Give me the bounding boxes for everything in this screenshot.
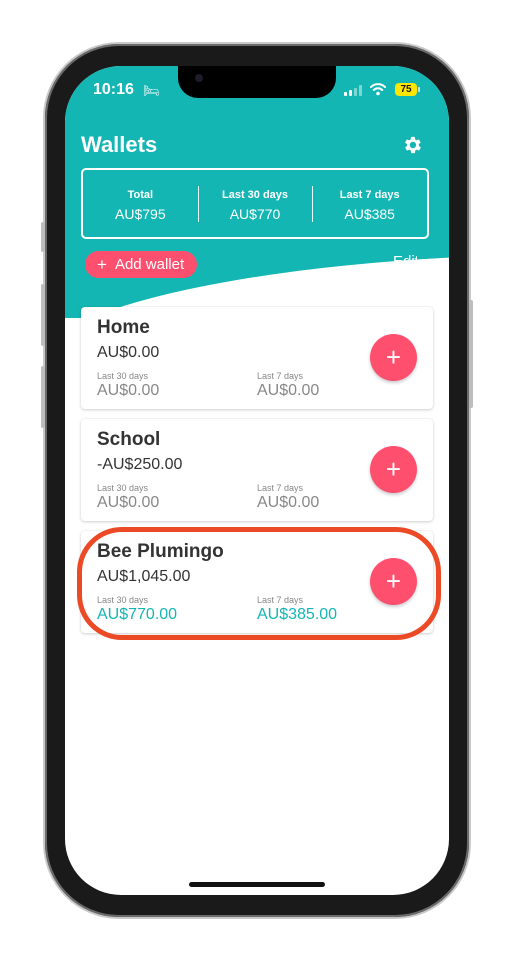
side-button — [41, 366, 45, 428]
last-30-label: Last 30 days — [97, 371, 149, 381]
add-wallet-button[interactable]: + Add wallet — [85, 251, 198, 278]
notch — [178, 66, 336, 98]
summary-value: AU$770 — [229, 206, 281, 222]
wifi-icon — [370, 83, 386, 96]
summary-last-30-days: Last 30 days AU$770 — [197, 170, 313, 237]
add-wallet-label: Add wallet — [114, 256, 185, 273]
plus-icon: + — [385, 454, 402, 484]
last-7-label: Last 7 days — [257, 483, 304, 493]
side-button — [41, 284, 45, 346]
side-button — [469, 300, 473, 408]
wallet-card-school[interactable]: School -AU$250.00 Last 30 days AU$0.00 L… — [81, 419, 433, 521]
highlight-annotation — [77, 527, 441, 640]
battery-icon: 75 — [395, 83, 417, 96]
wallet-last-7-days: Last 7 days AU$0.00 — [257, 371, 319, 400]
summary-label: Last 30 days — [221, 189, 289, 201]
last-30-label: Last 30 days — [97, 483, 149, 493]
summary-label: Last 7 days — [339, 189, 400, 201]
signal-icon — [344, 85, 362, 96]
side-button — [41, 222, 45, 252]
camera-icon — [195, 74, 203, 82]
status-time: 10:16 — [93, 81, 134, 98]
wallet-name: Home — [97, 317, 150, 338]
battery-tip — [418, 87, 420, 92]
wallet-card-home[interactable]: Home AU$0.00 Last 30 days AU$0.00 Last 7… — [81, 307, 433, 409]
gear-icon[interactable] — [401, 134, 423, 156]
wallet-last-30-days: Last 30 days AU$0.00 — [97, 371, 159, 400]
edit-button[interactable]: Edit — [393, 253, 417, 270]
summary-value: AU$385 — [344, 206, 395, 222]
last-30-value: AU$0.00 — [97, 382, 160, 399]
add-transaction-button[interactable]: + — [370, 334, 417, 381]
wallet-name: School — [97, 429, 161, 450]
summary-label: Total — [127, 189, 154, 201]
last-7-value: AU$0.00 — [257, 494, 320, 511]
app-screen: 10:16 🛏︎ 75 Wallets Total AU$795 Last 30… — [65, 66, 449, 895]
wallet-balance: AU$0.00 — [97, 344, 160, 361]
summary-last-7-days: Last 7 days AU$385 — [312, 170, 427, 237]
wallet-last-30-days: Last 30 days AU$0.00 — [97, 483, 159, 512]
bed-icon: 🛏︎ — [143, 83, 160, 98]
wallet-last-7-days: Last 7 days AU$0.00 — [257, 483, 319, 512]
last-30-value: AU$0.00 — [97, 494, 160, 511]
wallet-balance: -AU$250.00 — [97, 456, 183, 473]
add-transaction-button[interactable]: + — [370, 446, 417, 493]
summary-total: Total AU$795 — [83, 170, 198, 237]
last-7-value: AU$0.00 — [257, 382, 320, 399]
plus-icon: + — [385, 342, 402, 372]
last-7-label: Last 7 days — [257, 371, 304, 381]
summary-panel: Total AU$795 Last 30 days AU$770 Last 7 … — [81, 168, 429, 239]
summary-value: AU$795 — [115, 206, 166, 222]
page-title: Wallets — [81, 132, 158, 157]
plus-icon: + — [97, 254, 107, 274]
home-indicator[interactable] — [189, 882, 325, 887]
